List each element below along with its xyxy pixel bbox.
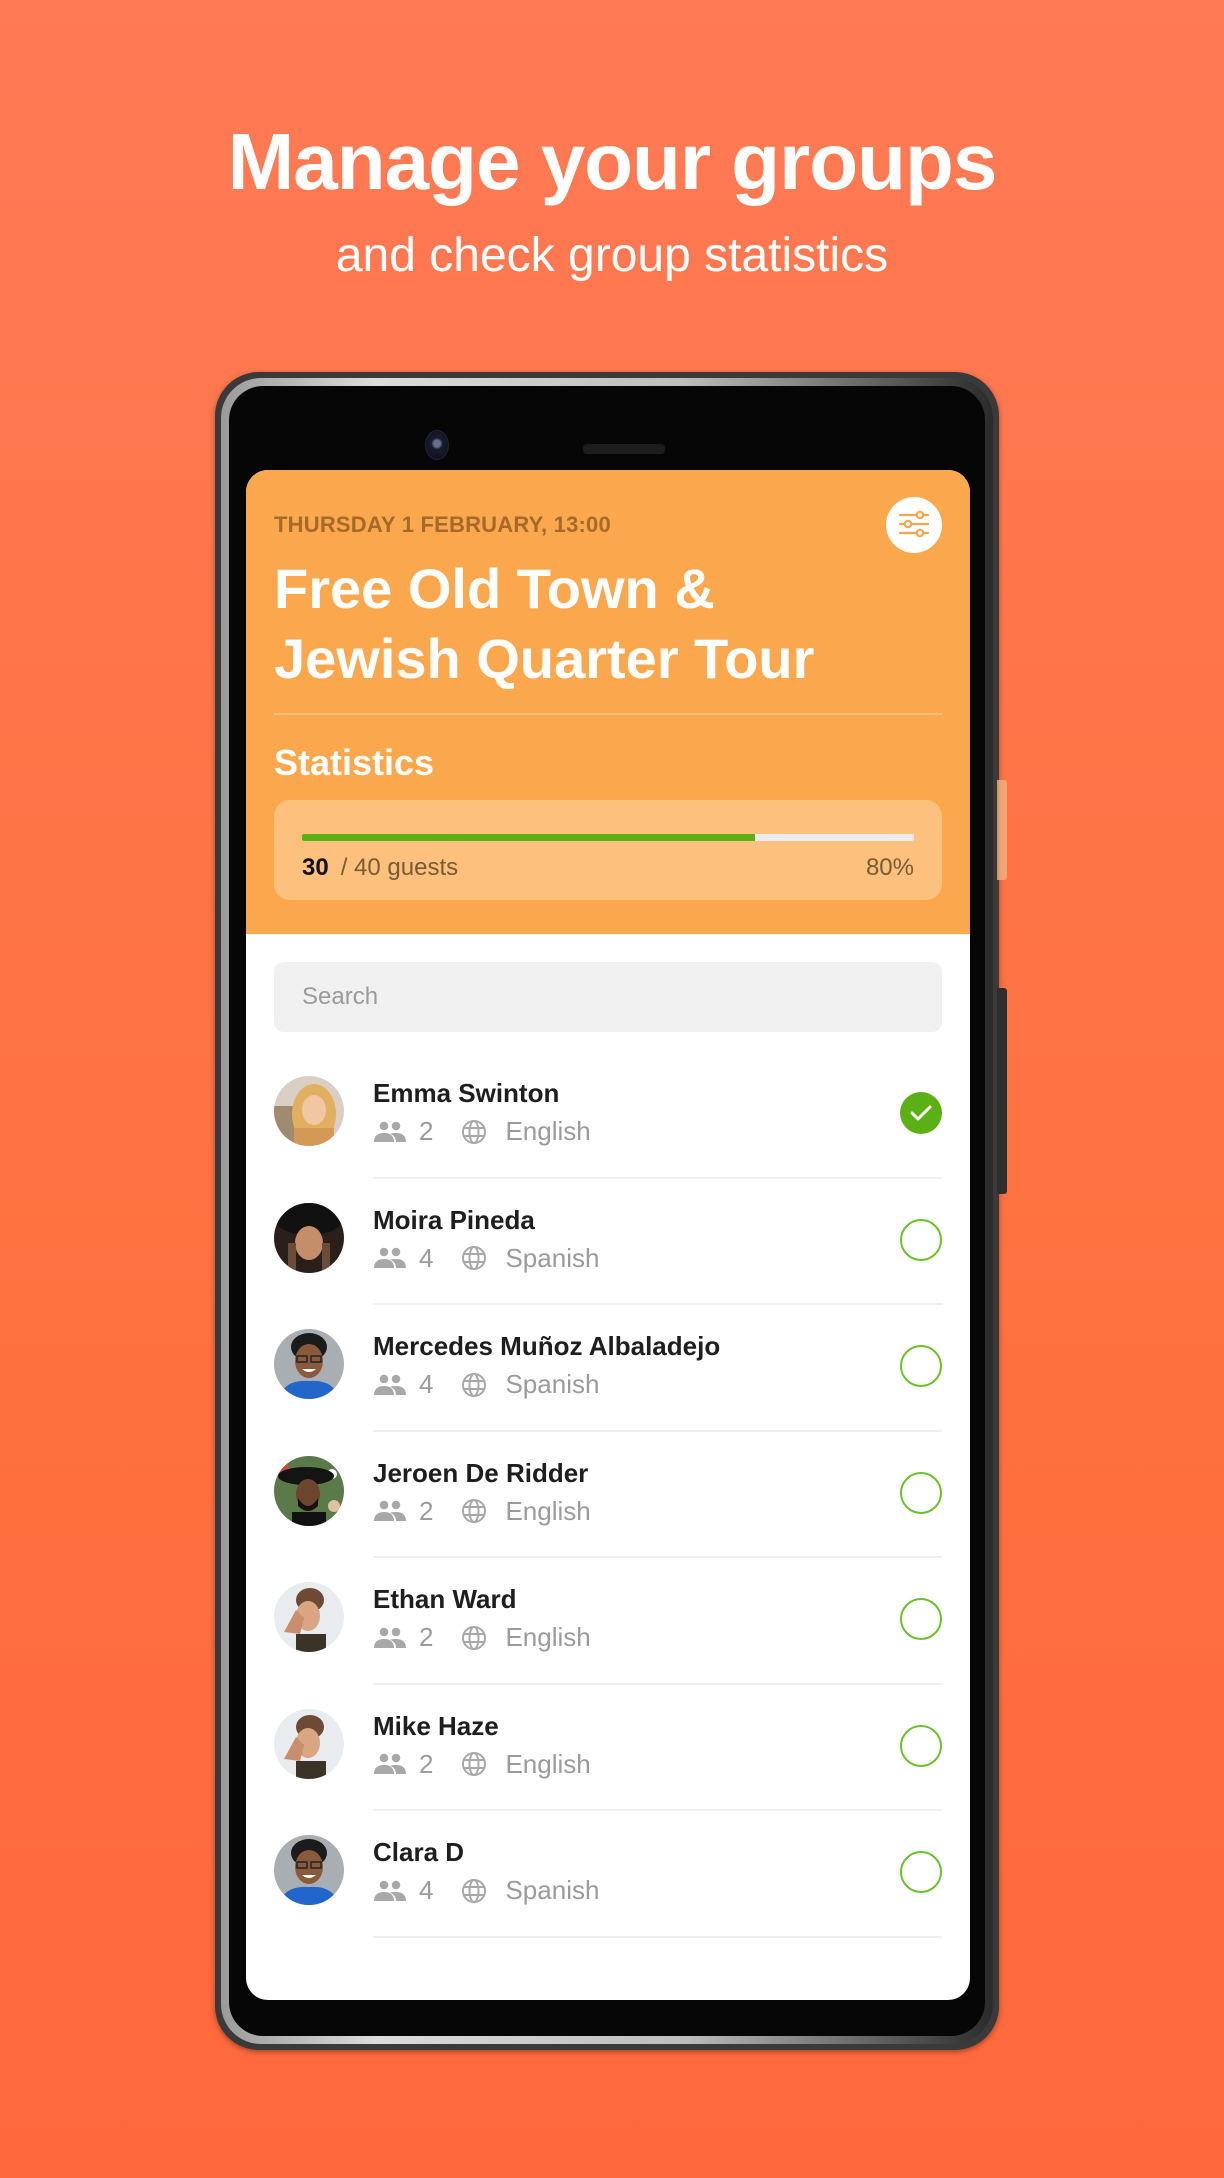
checkmark-icon — [910, 1105, 932, 1121]
guest-language: English — [505, 1495, 591, 1526]
header-divider — [274, 713, 942, 715]
group-people-icon — [373, 1751, 407, 1777]
globe-icon — [461, 1372, 495, 1398]
guest-list: Emma Swinton 2 English Moira Pineda 4 Sp… — [246, 1052, 970, 1938]
globe-icon — [461, 1498, 495, 1524]
search-input[interactable] — [274, 962, 942, 1032]
check-in-toggle[interactable] — [900, 1218, 942, 1261]
guest-name: Clara D — [373, 1837, 465, 1867]
promo-title: Manage your groups — [227, 117, 998, 206]
earpiece-speaker — [583, 444, 665, 454]
guest-meta: 2 English — [373, 1496, 591, 1527]
check-in-toggle[interactable] — [900, 1598, 942, 1640]
group-people-icon — [373, 1625, 407, 1651]
group-people-icon — [373, 1119, 407, 1145]
guest-name: Jeroen De Ridder — [373, 1457, 589, 1488]
guest-meta: 4 Spanish — [373, 1875, 599, 1906]
group-size: 2 — [419, 1495, 434, 1526]
guest-progress-fill — [302, 834, 755, 841]
avatar — [274, 1329, 344, 1399]
app-screen: THURSDAY 1 FEBRUARY, 13:00 Free Old Town… — [246, 470, 970, 2000]
guest-name: Mercedes Muñoz Albaladejo — [373, 1331, 721, 1361]
group-people-icon — [373, 1372, 407, 1398]
guest-list-item[interactable]: Mike Haze 2 English — [246, 1685, 970, 1811]
guest-progress-bar — [302, 834, 914, 841]
front-camera-icon — [425, 430, 449, 460]
group-size: 4 — [419, 1875, 434, 1905]
statistics-card: 30 / 40 guests 80% — [274, 800, 942, 900]
guest-name: Ethan Ward — [373, 1584, 517, 1614]
guest-list-item[interactable]: Moira Pineda 4 Spanish — [246, 1179, 970, 1305]
group-size: 4 — [419, 1369, 434, 1399]
group-people-icon — [373, 1245, 407, 1271]
checked-in-count: 30 — [302, 854, 329, 881]
statistics-summary: 30 / 40 guests 80% — [302, 854, 914, 882]
guest-language: Spanish — [505, 1369, 600, 1399]
guest-language: English — [505, 1748, 591, 1779]
filter-button[interactable] — [886, 497, 942, 553]
avatar — [274, 1202, 344, 1273]
group-size: 4 — [419, 1242, 434, 1273]
total-guests: / 40 guests — [340, 854, 459, 881]
group-people-icon — [373, 1878, 407, 1904]
sliders-icon — [898, 510, 930, 541]
volume-button — [997, 780, 1007, 880]
guest-language: English — [505, 1116, 591, 1146]
promo-subtitle: and check group statistics — [335, 229, 889, 282]
globe-icon — [461, 1751, 495, 1777]
guest-meta: 4 Spanish — [373, 1243, 599, 1274]
guest-meta: 4 Spanish — [373, 1369, 599, 1400]
guest-list-item[interactable]: Emma Swinton 2 English — [246, 1052, 970, 1179]
statistics-heading: Statistics — [274, 742, 435, 783]
check-in-toggle[interactable] — [900, 1092, 942, 1134]
group-size: 2 — [419, 1748, 434, 1779]
guest-name: Mike Haze — [373, 1710, 499, 1741]
avatar — [274, 1455, 344, 1526]
globe-icon — [461, 1625, 495, 1651]
guest-list-item[interactable]: Mercedes Muñoz Albaladejo 4 Spanish — [246, 1305, 970, 1432]
guest-meta: 2 English — [373, 1116, 591, 1147]
guest-name: Moira Pineda — [373, 1204, 535, 1235]
guest-list-item[interactable]: Jeroen De Ridder 2 English — [246, 1432, 970, 1558]
guest-name: Emma Swinton — [373, 1078, 560, 1108]
tour-title: Free Old Town & Jewish Quarter Tour — [274, 557, 815, 690]
guest-language: Spanish — [505, 1242, 600, 1273]
group-size: 2 — [419, 1622, 434, 1652]
tour-date: THURSDAY 1 FEBRUARY, 13:00 — [274, 512, 611, 537]
avatar — [274, 1076, 344, 1146]
check-in-toggle[interactable] — [900, 1724, 942, 1767]
avatar — [274, 1835, 344, 1905]
guest-list-item[interactable]: Ethan Ward 2 English — [246, 1558, 970, 1685]
check-in-toggle[interactable] — [900, 1851, 942, 1893]
check-in-toggle[interactable] — [900, 1471, 942, 1514]
row-divider — [373, 1935, 942, 1938]
group-people-icon — [373, 1498, 407, 1524]
group-size: 2 — [419, 1116, 434, 1146]
guest-meta: 2 English — [373, 1749, 591, 1780]
tour-header: THURSDAY 1 FEBRUARY, 13:00 Free Old Town… — [246, 470, 970, 934]
guest-language: Spanish — [505, 1875, 600, 1905]
checked-in-percent: 80% — [865, 854, 914, 881]
globe-icon — [461, 1245, 495, 1271]
globe-icon — [461, 1119, 495, 1145]
power-button — [997, 988, 1007, 1194]
avatar — [274, 1708, 344, 1779]
guest-list-item[interactable]: Clara D 4 Spanish — [246, 1811, 970, 1938]
guest-meta: 2 English — [373, 1622, 591, 1653]
avatar — [274, 1582, 344, 1652]
globe-icon — [461, 1878, 495, 1904]
guest-language: English — [505, 1622, 591, 1652]
check-in-toggle[interactable] — [900, 1345, 942, 1387]
